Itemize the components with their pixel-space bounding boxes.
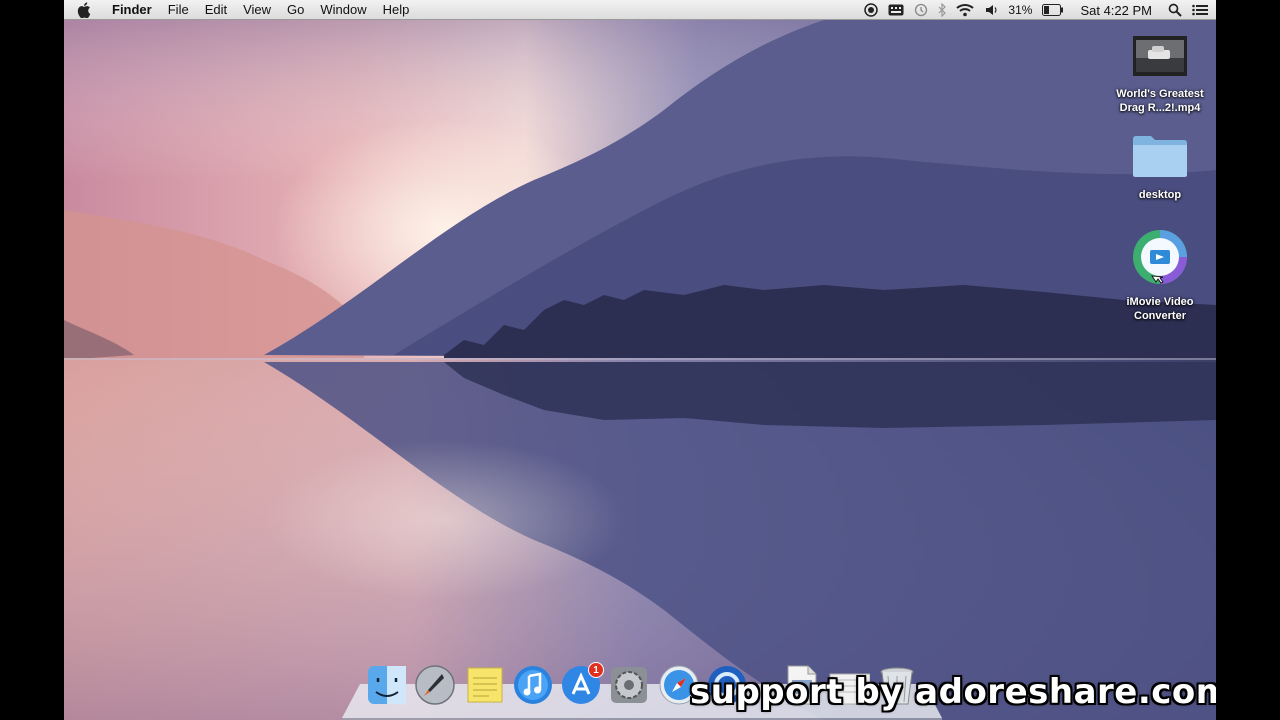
- stickies-icon: [467, 667, 503, 703]
- launchpad-icon: [415, 665, 455, 705]
- desktop-icon-imovie-video-converter[interactable]: iMovie Video Converter: [1105, 228, 1215, 323]
- menu-help[interactable]: Help: [375, 0, 418, 20]
- screen-record-icon[interactable]: [864, 3, 879, 17]
- menu-file[interactable]: File: [160, 0, 197, 20]
- menu-window[interactable]: Window: [312, 0, 374, 20]
- app-store-badge: 1: [588, 662, 604, 678]
- dock-app-store[interactable]: 1: [560, 662, 604, 706]
- dock-system-preferences[interactable]: [608, 664, 650, 706]
- dock-itunes[interactable]: [512, 664, 554, 706]
- desktop-icon-label: desktop: [1138, 189, 1182, 201]
- spotlight-icon[interactable]: [1168, 3, 1182, 17]
- wifi-icon[interactable]: [956, 3, 975, 17]
- menu-view[interactable]: View: [235, 0, 279, 20]
- desktop-wallpaper: [64, 0, 1216, 720]
- imovie-video-converter-icon: [1133, 230, 1187, 284]
- volume-icon[interactable]: [984, 3, 998, 17]
- keyboard-icon[interactable]: [888, 4, 904, 16]
- dock-stickies[interactable]: [464, 664, 506, 706]
- mac-desktop: Finder File Edit View Go Window Help 31%…: [64, 0, 1216, 720]
- status-bar: 31% Sat 4:22 PM: [864, 0, 1208, 20]
- watermark-text: support by adoreshare.com: [690, 672, 1216, 712]
- notification-center-icon[interactable]: [1192, 4, 1208, 16]
- menu-clock[interactable]: Sat 4:22 PM: [1074, 3, 1158, 18]
- desktop-icon-folder[interactable]: desktop: [1105, 133, 1215, 202]
- video-file-icon: [1133, 36, 1187, 76]
- menu-finder[interactable]: Finder: [104, 0, 160, 20]
- desktop-icon-label: iMovie Video Converter: [1126, 296, 1194, 322]
- battery-percent[interactable]: 31%: [1008, 3, 1032, 17]
- battery-icon[interactable]: [1042, 4, 1064, 16]
- itunes-icon: [514, 666, 552, 704]
- menu-go[interactable]: Go: [279, 0, 312, 20]
- menu-bar: Finder File Edit View Go Window Help 31%…: [64, 0, 1216, 20]
- desktop-icon-video-file[interactable]: World's Greatest Drag R...2!.mp4: [1105, 34, 1215, 115]
- system-preferences-icon: [611, 667, 647, 703]
- bluetooth-icon[interactable]: [938, 3, 947, 17]
- folder-icon: [1133, 136, 1187, 177]
- dock-finder[interactable]: [366, 664, 408, 706]
- time-machine-icon[interactable]: [914, 3, 928, 17]
- finder-icon: [368, 666, 406, 704]
- apple-menu-icon[interactable]: [64, 1, 104, 18]
- desktop-icon-label: World's Greatest Drag R...2!.mp4: [1116, 88, 1204, 114]
- dock-launchpad[interactable]: [414, 664, 456, 706]
- menu-edit[interactable]: Edit: [197, 0, 235, 20]
